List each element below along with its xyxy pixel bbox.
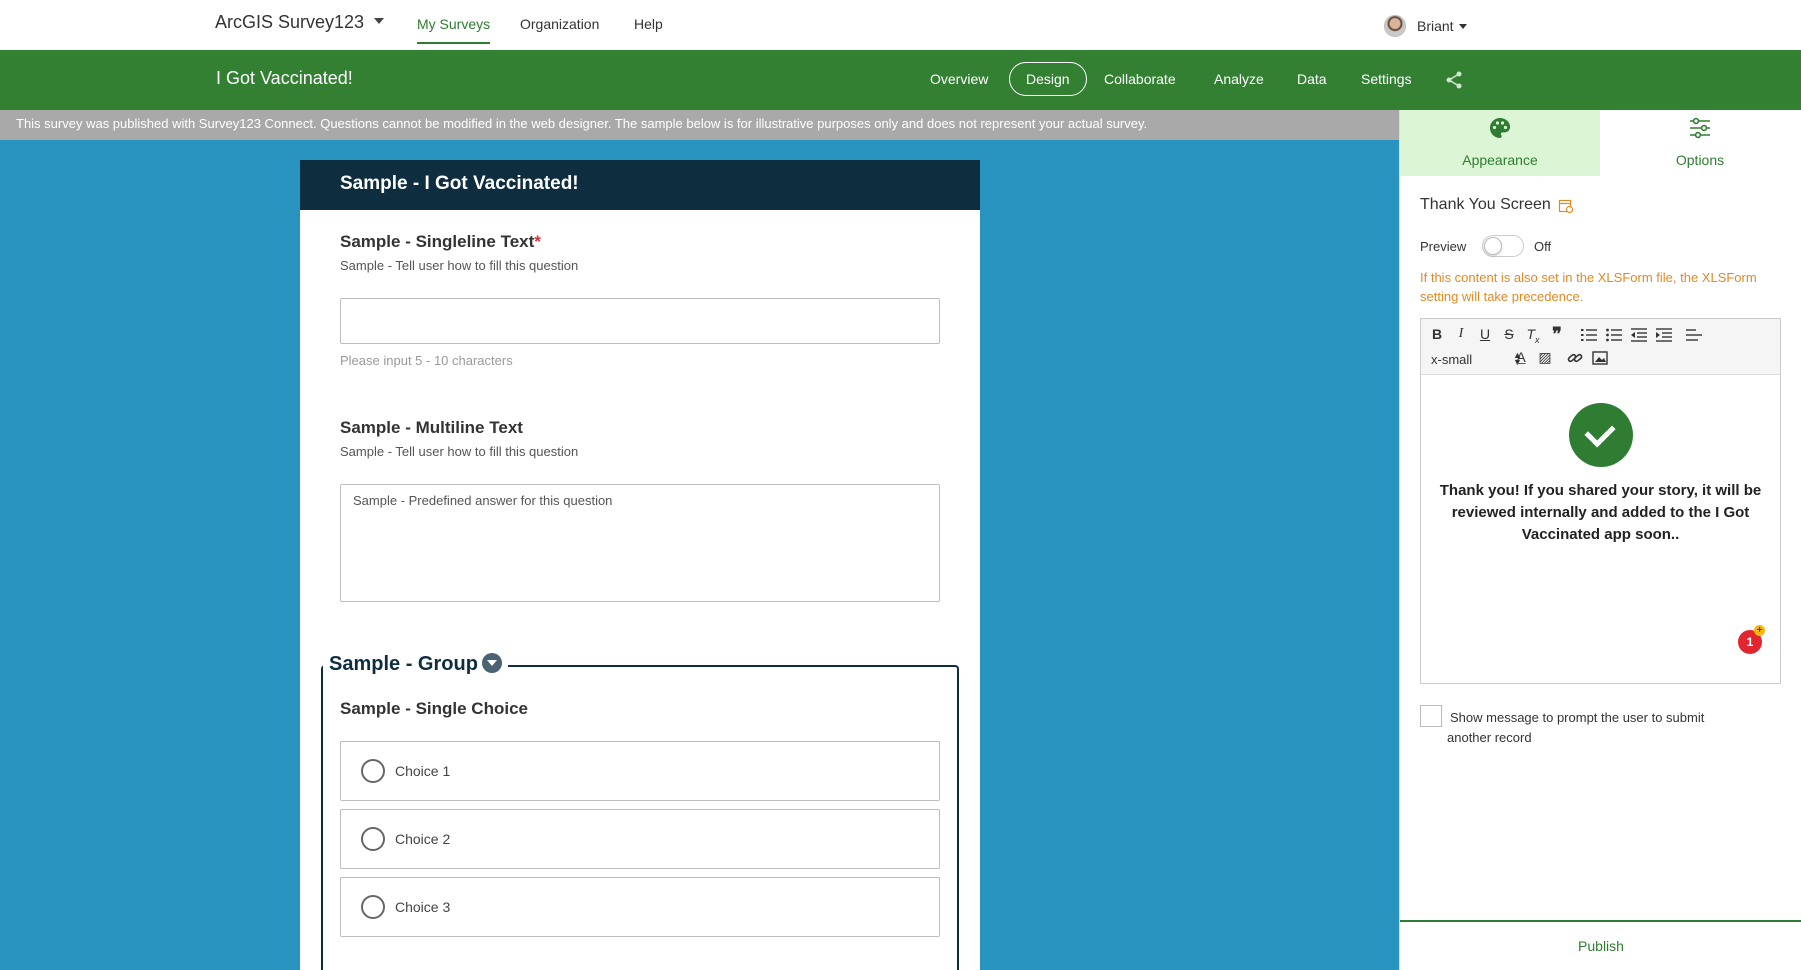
submit-another-checkbox[interactable] (1420, 705, 1442, 727)
nav-organization[interactable]: Organization (520, 16, 599, 32)
q2-hint: Sample - Tell user how to fill this ques… (340, 444, 579, 459)
sliders-icon (1690, 117, 1710, 139)
thank-you-message: Thank you! If you shared your story, it … (1439, 482, 1762, 543)
reset-icon[interactable] (1558, 198, 1574, 214)
group-title: Sample - Group (329, 653, 478, 675)
tab-collaborate[interactable]: Collaborate (1104, 71, 1176, 87)
choice-label: Choice 1 (395, 763, 451, 779)
text-color-button[interactable]: A (1511, 349, 1531, 365)
app-brand[interactable]: ArcGIS Survey123 (215, 12, 364, 33)
editor-toolbar: B I U S Tx ❞ x-small ▲ ▼ A ▨ (1421, 319, 1780, 375)
brand-caret-icon[interactable] (374, 18, 384, 24)
plus-icon: + (1754, 625, 1765, 636)
properties-panel: Appearance Options Thank You Screen Prev… (1399, 110, 1801, 970)
user-caret-icon[interactable] (1459, 24, 1467, 29)
q1-title: Sample - Singleline Text* (340, 232, 541, 252)
choice-option[interactable]: Choice 2 (340, 809, 940, 869)
preview-state: Off (1534, 239, 1552, 254)
radio-icon[interactable] (361, 895, 385, 919)
q1-hint: Sample - Tell user how to fill this ques… (340, 258, 579, 273)
preview-toggle[interactable] (1482, 235, 1524, 257)
palette-icon (1490, 118, 1511, 138)
underline-button[interactable]: U (1475, 326, 1495, 342)
q2-title: Sample - Multiline Text (340, 418, 523, 437)
checkbox-label-line1: Show message to prompt the user to submi… (1450, 710, 1705, 725)
required-mark: * (534, 232, 541, 251)
radio-icon[interactable] (361, 759, 385, 783)
checkbox-label-line2: another record (1447, 730, 1532, 745)
tab-options-label: Options (1675, 152, 1725, 168)
publish-button[interactable]: Publish (1400, 920, 1801, 970)
checkmark (1584, 416, 1616, 448)
tab-appearance[interactable]: Appearance (1400, 110, 1600, 176)
quote-button[interactable]: ❞ (1547, 324, 1567, 345)
font-size-select[interactable]: x-small (1431, 352, 1472, 367)
editor-body[interactable]: Thank you! If you shared your story, it … (1421, 375, 1780, 683)
tab-appearance-label: Appearance (1462, 152, 1538, 168)
strikethrough-button[interactable]: S (1499, 326, 1519, 342)
share-icon[interactable] (1444, 70, 1464, 90)
tab-analyze[interactable]: Analyze (1214, 71, 1264, 87)
q1-title-text: Sample - Singleline Text (340, 232, 535, 251)
design-canvas: Sample - I Got Vaccinated! Sample - Sing… (0, 140, 1399, 970)
group-legend[interactable]: Sample - Group (323, 653, 508, 679)
collapse-toggle-icon[interactable] (481, 653, 502, 673)
radio-icon[interactable] (361, 827, 385, 851)
sample-group: Sample - Group Sample - Single Choice Ch… (321, 653, 959, 970)
section-title: Thank You Screen (1420, 196, 1551, 213)
singleline-input[interactable] (340, 298, 940, 344)
preview-label: Preview (1420, 239, 1467, 254)
tab-options[interactable]: Options (1600, 110, 1800, 176)
avatar[interactable] (1384, 15, 1406, 37)
nav-help[interactable]: Help (634, 16, 663, 32)
choice-option[interactable]: Choice 3 (340, 877, 940, 937)
tab-overview[interactable]: Overview (930, 71, 988, 87)
survey-bar: I Got Vaccinated! Overview Design Collab… (0, 50, 1801, 110)
multiline-input[interactable]: Sample - Predefined answer for this ques… (340, 484, 940, 602)
username[interactable]: Briant (1417, 18, 1454, 34)
italic-button[interactable]: I (1451, 326, 1471, 342)
choice-label: Choice 3 (395, 899, 451, 915)
q3-title: Sample - Single Choice (340, 699, 528, 718)
ordered-list-icon[interactable] (1581, 328, 1597, 342)
bulleted-list-icon[interactable] (1606, 328, 1622, 342)
background-color-icon[interactable]: ▨ (1535, 349, 1555, 366)
info-banner: This survey was published with Survey123… (0, 110, 1399, 140)
tab-data[interactable]: Data (1297, 71, 1327, 87)
link-icon[interactable] (1567, 351, 1583, 365)
indent-icon[interactable] (1656, 328, 1672, 342)
toggle-knob[interactable] (1484, 237, 1502, 255)
outdent-icon[interactable] (1631, 328, 1647, 342)
sample-form: Sample - I Got Vaccinated! Sample - Sing… (300, 160, 980, 970)
clear-format-button[interactable]: Tx (1523, 326, 1543, 345)
top-nav: ArcGIS Survey123 My Surveys Organization… (0, 0, 1801, 50)
choice-label: Choice 2 (395, 831, 451, 847)
align-left-icon[interactable] (1686, 328, 1702, 342)
bold-button[interactable]: B (1427, 326, 1447, 342)
nav-my-surveys[interactable]: My Surveys (417, 16, 491, 44)
success-check-icon (1569, 403, 1633, 467)
q1-help: Please input 5 - 10 characters (340, 353, 513, 368)
survey-title: I Got Vaccinated! (216, 68, 353, 88)
xlsform-warning: If this content is also set in the XLSFo… (1420, 270, 1757, 304)
image-icon[interactable] (1592, 351, 1608, 365)
tab-design[interactable]: Design (1009, 62, 1087, 96)
multiline-value: Sample - Predefined answer for this ques… (353, 493, 613, 508)
choice-option[interactable]: Choice 1 (340, 741, 940, 801)
rich-text-editor: B I U S Tx ❞ x-small ▲ ▼ A ▨ Thank you! I… (1420, 318, 1781, 684)
form-header: Sample - I Got Vaccinated! (300, 160, 980, 210)
tab-settings[interactable]: Settings (1361, 71, 1412, 87)
